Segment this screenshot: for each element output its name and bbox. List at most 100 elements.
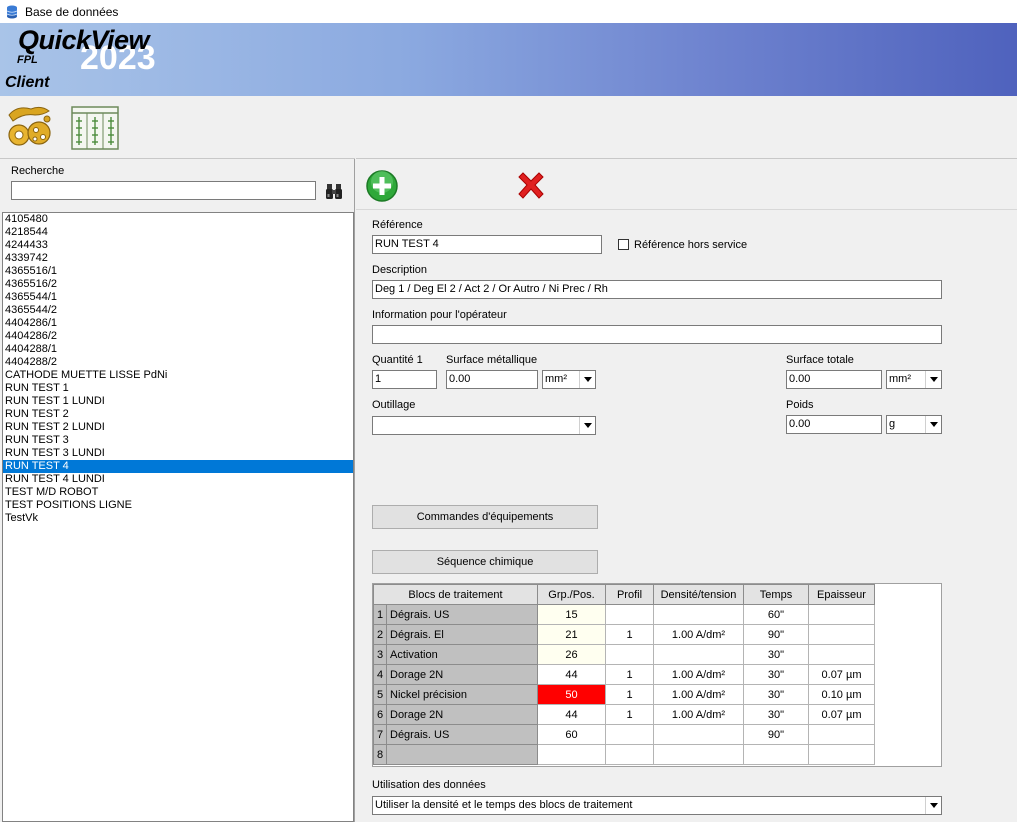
- table-row[interactable]: 3 Activation 26 30": [373, 644, 875, 665]
- cell-ep[interactable]: [808, 724, 875, 745]
- rack-icon-button[interactable]: [69, 101, 121, 153]
- list-item[interactable]: TEST M/D ROBOT: [3, 486, 353, 499]
- cell-grp[interactable]: 44: [537, 704, 606, 725]
- list-item[interactable]: 4404286/1: [3, 317, 353, 330]
- total-surface-input[interactable]: 0.00: [786, 370, 882, 389]
- cell-dens[interactable]: 1.00 A/dm²: [653, 684, 744, 705]
- metal-surface-input[interactable]: 0.00: [446, 370, 538, 389]
- table-row[interactable]: 4 Dorage 2N 44 1 1.00 A/dm² 30" 0.07 µm: [373, 664, 875, 685]
- cell-name[interactable]: Dorage 2N: [386, 664, 538, 685]
- cell-dens[interactable]: [653, 644, 744, 665]
- cell-profil[interactable]: 1: [605, 664, 654, 685]
- table-row[interactable]: 2 Dégrais. El 21 1 1.00 A/dm² 90": [373, 624, 875, 645]
- cell-profil[interactable]: 1: [605, 704, 654, 725]
- cell-profil[interactable]: [605, 604, 654, 625]
- list-item[interactable]: RUN TEST 1: [3, 382, 353, 395]
- cell-dens[interactable]: [653, 724, 744, 745]
- cell-grp[interactable]: 15: [537, 604, 606, 625]
- cell-name[interactable]: Dégrais. El: [386, 624, 538, 645]
- list-item[interactable]: 4365544/2: [3, 304, 353, 317]
- cell-profil[interactable]: [605, 744, 654, 765]
- list-item[interactable]: RUN TEST 3 LUNDI: [3, 447, 353, 460]
- cell-ep[interactable]: [808, 644, 875, 665]
- cell-profil[interactable]: [605, 724, 654, 745]
- list-item[interactable]: RUN TEST 1 LUNDI: [3, 395, 353, 408]
- cell-name[interactable]: [386, 744, 538, 765]
- cell-ep[interactable]: 0.10 µm: [808, 684, 875, 705]
- reference-list[interactable]: 4105480 4218544 4244433 4339742 4365516/1 436…: [2, 212, 354, 822]
- cell-temps[interactable]: 30": [743, 664, 809, 685]
- list-item[interactable]: RUN TEST 2 LUNDI: [3, 421, 353, 434]
- table-row[interactable]: 6 Dorage 2N 44 1 1.00 A/dm² 30" 0.07 µm: [373, 704, 875, 725]
- list-item[interactable]: 4105480: [3, 213, 353, 226]
- cell-temps[interactable]: 60": [743, 604, 809, 625]
- cell-temps[interactable]: 90": [743, 624, 809, 645]
- quantity-input[interactable]: 1: [372, 370, 437, 389]
- list-item[interactable]: CATHODE MUETTE LISSE PdNi: [3, 369, 353, 382]
- cell-dens[interactable]: 1.00 A/dm²: [653, 624, 744, 645]
- cell-grp[interactable]: 44: [537, 664, 606, 685]
- list-item[interactable]: 4365544/1: [3, 291, 353, 304]
- cell-ep[interactable]: [808, 744, 875, 765]
- cell-grp[interactable]: 26: [537, 644, 606, 665]
- cell-name[interactable]: Dégrais. US: [386, 724, 538, 745]
- cell-dens[interactable]: 1.00 A/dm²: [653, 664, 744, 685]
- list-item[interactable]: RUN TEST 4: [3, 460, 353, 473]
- equipment-commands-button[interactable]: Commandes d'équipements: [372, 505, 598, 529]
- table-row[interactable]: 1 Dégrais. US 15 60": [373, 604, 875, 625]
- weight-unit-select[interactable]: g: [886, 415, 942, 434]
- search-input[interactable]: [11, 181, 316, 200]
- list-item[interactable]: 4404288/2: [3, 356, 353, 369]
- cell-grp[interactable]: 60: [537, 724, 606, 745]
- list-item[interactable]: 4365516/1: [3, 265, 353, 278]
- cell-grp[interactable]: 50: [537, 684, 606, 705]
- list-item[interactable]: 4339742: [3, 252, 353, 265]
- delete-icon-button[interactable]: [514, 169, 548, 203]
- metal-surface-unit-select[interactable]: mm²: [542, 370, 596, 389]
- list-item[interactable]: RUN TEST 2: [3, 408, 353, 421]
- list-item[interactable]: 4365516/2: [3, 278, 353, 291]
- cell-ep[interactable]: [808, 604, 875, 625]
- table-row[interactable]: 8: [373, 744, 875, 765]
- cell-grp[interactable]: [537, 744, 606, 765]
- cell-name[interactable]: Dégrais. US: [386, 604, 538, 625]
- chemical-sequence-button[interactable]: Séquence chimique: [372, 550, 598, 574]
- tooling-select[interactable]: [372, 416, 596, 435]
- table-row[interactable]: 5 Nickel précision 50 1 1.00 A/dm² 30" 0.10 µm: [373, 684, 875, 705]
- cell-profil[interactable]: 1: [605, 684, 654, 705]
- out-of-service-checkbox[interactable]: [618, 239, 629, 250]
- cell-grp[interactable]: 21: [537, 624, 606, 645]
- list-item[interactable]: 4244433: [3, 239, 353, 252]
- cell-dens[interactable]: [653, 744, 744, 765]
- list-item[interactable]: TEST POSITIONS LIGNE: [3, 499, 353, 512]
- cell-temps[interactable]: 30": [743, 704, 809, 725]
- reference-input[interactable]: RUN TEST 4: [372, 235, 602, 254]
- list-item[interactable]: 4404288/1: [3, 343, 353, 356]
- add-icon-button[interactable]: [365, 169, 399, 203]
- cell-dens[interactable]: 1.00 A/dm²: [653, 704, 744, 725]
- list-item[interactable]: TestVk: [3, 512, 353, 525]
- cell-temps[interactable]: 30": [743, 644, 809, 665]
- binoculars-icon[interactable]: [324, 181, 344, 201]
- cell-temps[interactable]: [743, 744, 809, 765]
- cell-name[interactable]: Activation: [386, 644, 538, 665]
- table-row[interactable]: 7 Dégrais. US 60 90": [373, 724, 875, 745]
- list-item[interactable]: RUN TEST 3: [3, 434, 353, 447]
- cell-ep[interactable]: [808, 624, 875, 645]
- cell-ep[interactable]: 0.07 µm: [808, 704, 875, 725]
- description-input[interactable]: Deg 1 / Deg El 2 / Act 2 / Or Autro / Ni…: [372, 280, 942, 299]
- cell-profil[interactable]: [605, 644, 654, 665]
- list-item[interactable]: RUN TEST 4 LUNDI: [3, 473, 353, 486]
- cell-profil[interactable]: 1: [605, 624, 654, 645]
- parts-icon-button[interactable]: [3, 101, 55, 153]
- cell-temps[interactable]: 30": [743, 684, 809, 705]
- list-item[interactable]: 4404286/2: [3, 330, 353, 343]
- cell-temps[interactable]: 90": [743, 724, 809, 745]
- cell-dens[interactable]: [653, 604, 744, 625]
- total-surface-unit-select[interactable]: mm²: [886, 370, 942, 389]
- data-usage-select[interactable]: Utiliser la densité et le temps des bloc…: [372, 796, 942, 815]
- list-item[interactable]: 4218544: [3, 226, 353, 239]
- cell-name[interactable]: Nickel précision: [386, 684, 538, 705]
- weight-input[interactable]: 0.00: [786, 415, 882, 434]
- operator-info-input[interactable]: [372, 325, 942, 344]
